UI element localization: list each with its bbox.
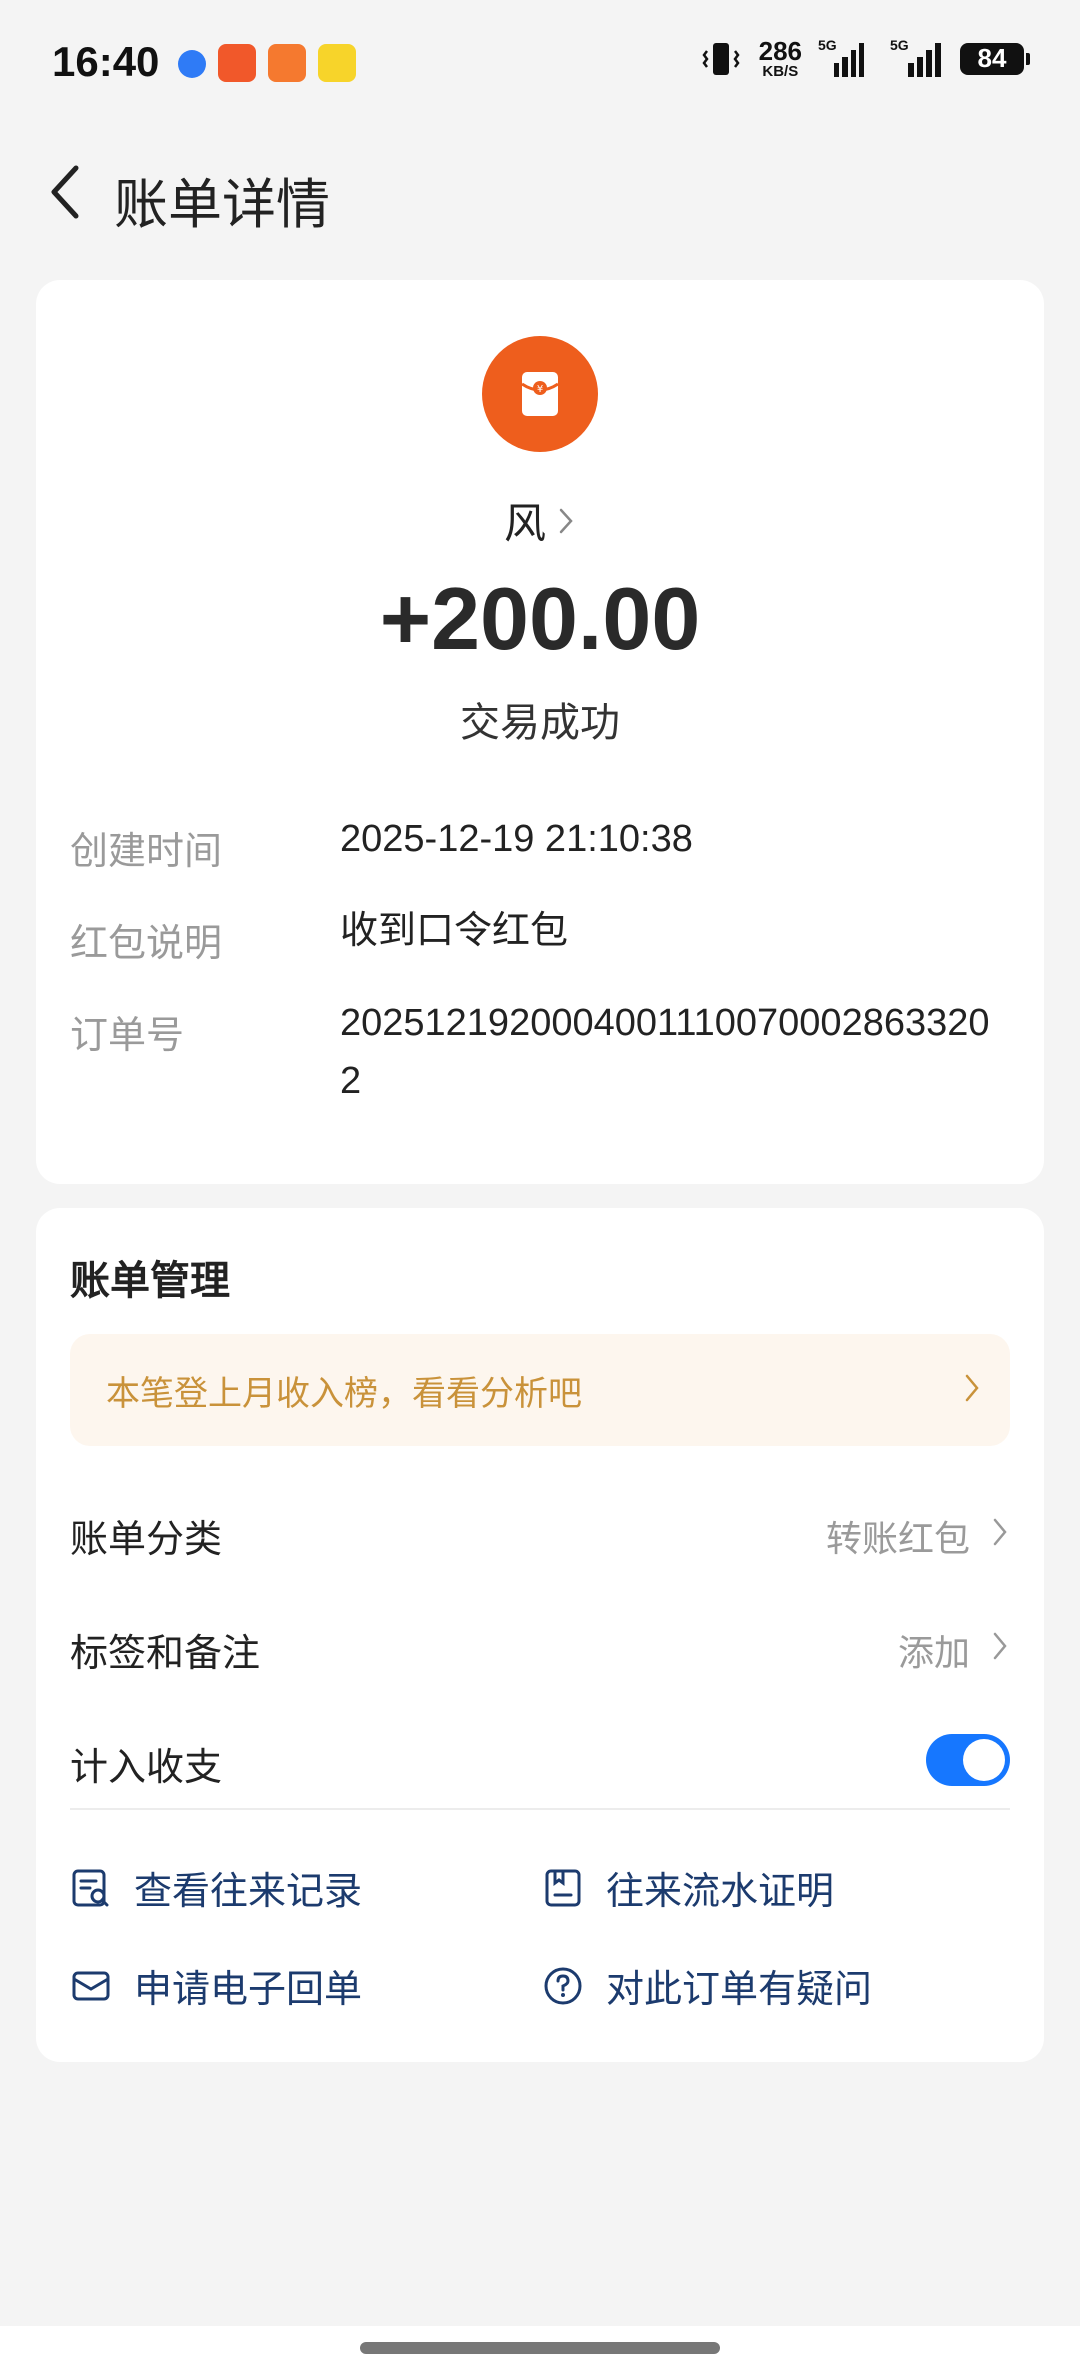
battery-indicator: 84 [960, 42, 1030, 75]
statement-proof-link[interactable]: 往来流水证明 [542, 1860, 834, 1915]
chevron-right-icon [993, 1632, 1007, 1660]
bill-category-row[interactable]: 账单分类 转账红包 [70, 1490, 1010, 1570]
category-value: 转账红包 [825, 1518, 970, 1559]
section-title: 账单管理 [70, 1259, 230, 1303]
detail-value: 2025-12-19 21:10:38 [340, 818, 693, 860]
app-notification-icon [178, 50, 206, 78]
detail-label: 订单号 [70, 1015, 185, 1057]
chevron-right-icon [993, 1518, 1007, 1546]
link-label: 对此订单有疑问 [606, 1969, 873, 2011]
back-button[interactable] [36, 162, 96, 222]
transaction-status: 交易成功 [460, 701, 620, 745]
order-number[interactable]: 20251219200040011100700028633202 [340, 994, 990, 1110]
row-label: 账单分类 [70, 1519, 223, 1561]
page-title: 账单详情 [114, 175, 330, 235]
chevron-right-icon [965, 1374, 979, 1402]
row-label: 计入收支 [70, 1747, 223, 1789]
svg-text:¥: ¥ [537, 384, 543, 395]
status-bar: 16:40 286 KB/S 5G 5G 84 [0, 0, 1080, 130]
view-history-link[interactable]: 查看往来记录 [70, 1860, 362, 1915]
divider [70, 1808, 1010, 1810]
include-in-stats-row: 计入收支 [70, 1718, 1010, 1798]
top-nav: 账单详情 [0, 140, 1080, 240]
amount: +200.00 [379, 569, 701, 668]
red-envelope-icon: ¥ [521, 372, 559, 416]
detail-value: 收到口令红包 [340, 910, 569, 952]
signal-icon: 5G [882, 37, 942, 77]
link-label: 申请电子回单 [134, 1969, 363, 2011]
notification-icons [178, 44, 356, 82]
include-toggle[interactable] [926, 1734, 1010, 1786]
app-notification-icon [218, 44, 256, 82]
document-icon [545, 1869, 581, 1906]
vibrate-icon [702, 42, 740, 75]
detail-label: 红包说明 [70, 923, 223, 965]
banner-text: 本笔登上月收入榜，看看分析吧 [106, 1375, 582, 1413]
bill-management-card: 账单管理 本笔登上月收入榜，看看分析吧 账单分类 转账红包 标签和备注 添加 计… [36, 1208, 1044, 2062]
link-label: 查看往来记录 [134, 1871, 363, 1913]
status-time: 16:40 [52, 38, 160, 85]
avatar: ¥ [482, 336, 598, 452]
signal-icon: 5G [818, 37, 864, 77]
transaction-summary-card: ¥ 风 +200.00 交易成功 创建时间 2025-12-19 21:10:3… [36, 280, 1044, 1184]
chevron-left-icon [51, 165, 79, 219]
tags-value: 添加 [897, 1632, 970, 1673]
income-ranking-banner[interactable]: 本笔登上月收入榜，看看分析吧 [70, 1334, 1010, 1446]
row-label: 标签和备注 [70, 1633, 261, 1675]
question-icon [544, 1967, 582, 2004]
record-search-icon [72, 1869, 109, 1906]
payer-name: 风 [503, 500, 546, 547]
network-speed: 286 KB/S [758, 36, 802, 80]
link-label: 往来流水证明 [606, 1871, 835, 1913]
detail-label: 创建时间 [70, 831, 223, 873]
e-receipt-link[interactable]: 申请电子回单 [70, 1958, 362, 2013]
mail-icon [72, 1971, 110, 2000]
chevron-right-icon [559, 508, 573, 533]
home-indicator[interactable] [360, 2342, 720, 2354]
order-question-link[interactable]: 对此订单有疑问 [542, 1958, 872, 2013]
tags-notes-row[interactable]: 标签和备注 添加 [70, 1604, 1010, 1684]
toggle-knob [963, 1739, 1005, 1781]
app-notification-icon [268, 44, 306, 82]
payer-link[interactable]: 风 [36, 490, 1044, 551]
app-notification-icon [318, 44, 356, 82]
